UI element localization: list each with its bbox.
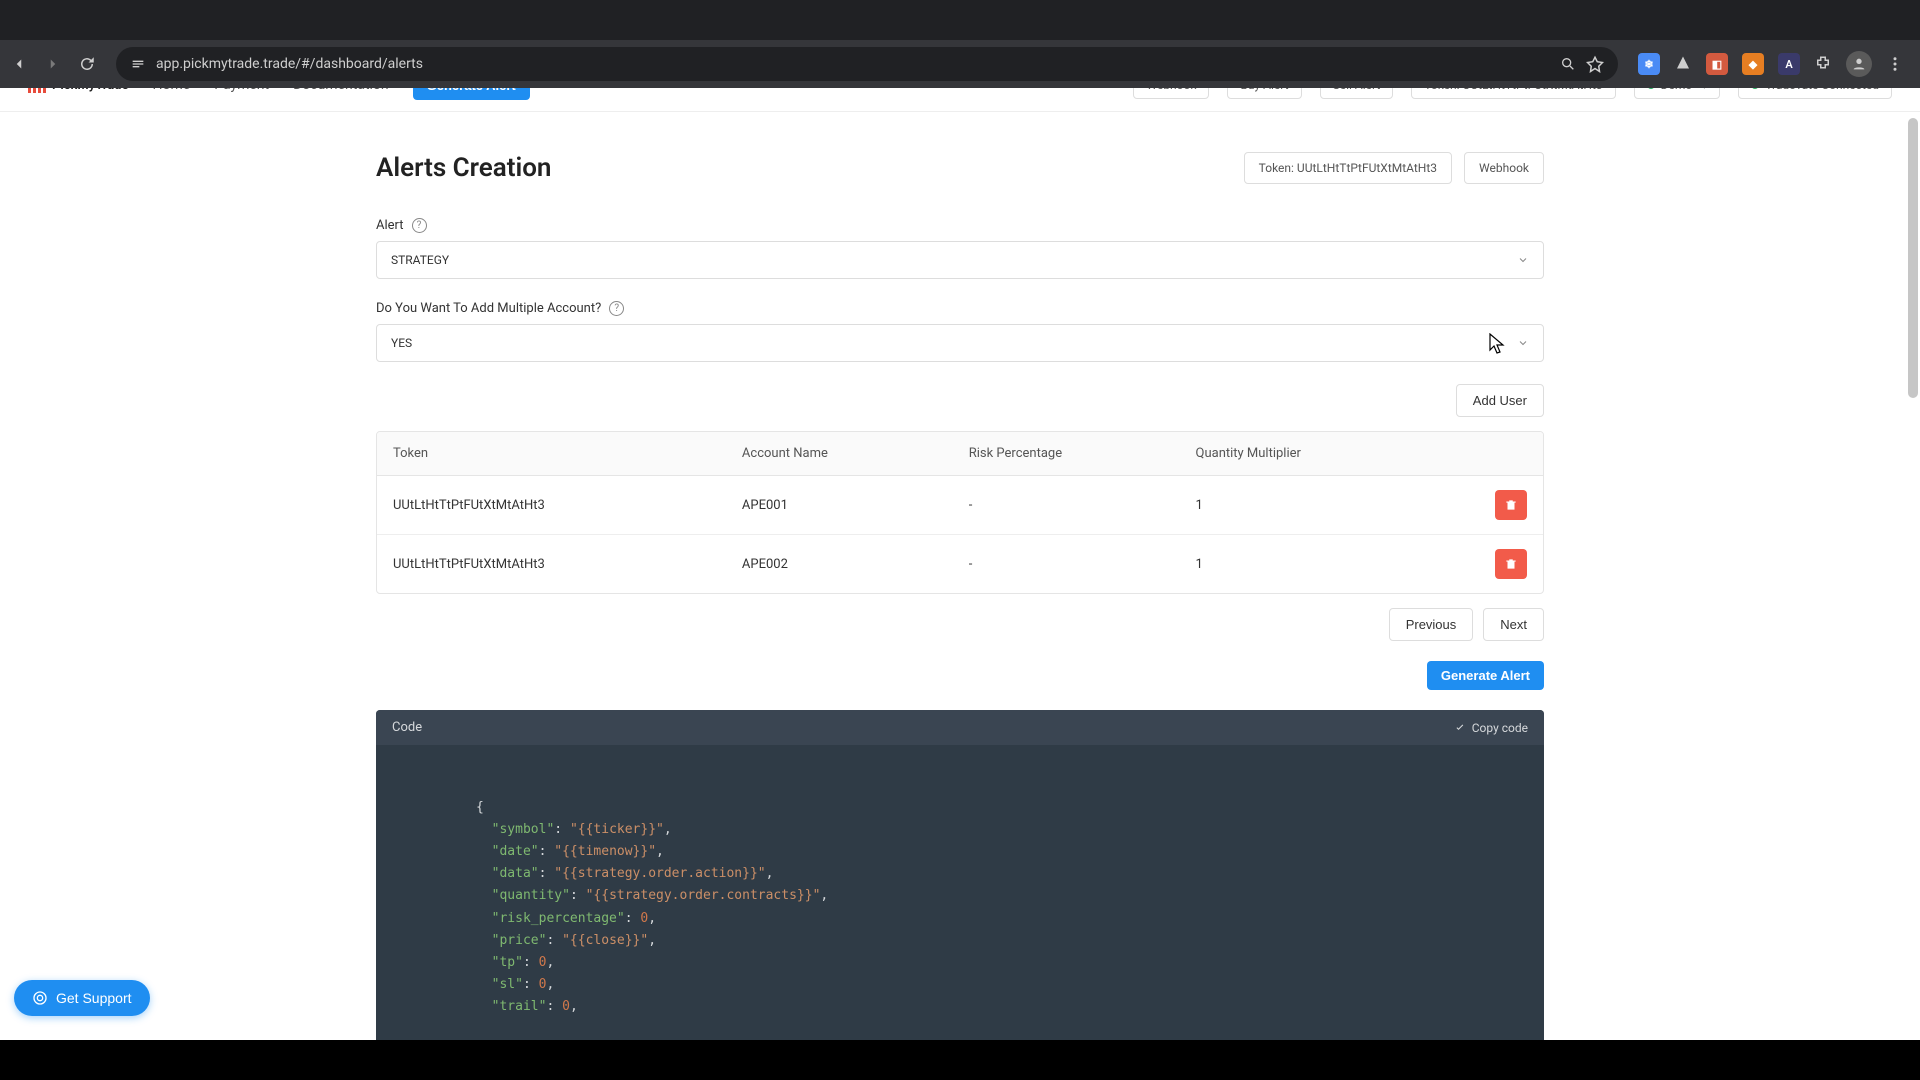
- cell-token: UUtLtHtTtPtFUtXtMtAtHt3: [393, 498, 742, 513]
- cell-token: UUtLtHtTtPtFUtXtMtAtHt3: [393, 557, 742, 572]
- back-icon[interactable]: [10, 55, 28, 73]
- alert-label: Alert ?: [376, 218, 1544, 233]
- multi-account-select-value: YES: [391, 336, 412, 350]
- taskbar: [0, 1040, 1920, 1080]
- col-account: Account Name: [742, 446, 969, 461]
- generate-alert-top-button[interactable]: Generate Alert: [413, 88, 530, 100]
- cell-quantity: 1: [1196, 498, 1423, 513]
- chevron-down-icon: [1517, 337, 1529, 349]
- cell-quantity: 1: [1196, 557, 1423, 572]
- extension-icon[interactable]: A: [1778, 53, 1800, 75]
- chevron-down-icon: [1517, 254, 1529, 266]
- get-support-button[interactable]: Get Support: [14, 980, 150, 1016]
- col-risk: Risk Percentage: [969, 446, 1196, 461]
- url-text: app.pickmytrade.trade/#/dashboard/alerts: [156, 56, 1550, 72]
- cell-risk: -: [969, 557, 1196, 572]
- multi-account-select[interactable]: YES: [376, 324, 1544, 362]
- col-quantity: Quantity Multiplier: [1196, 446, 1423, 461]
- cell-account: APE002: [742, 557, 969, 572]
- token-chip[interactable]: Token: UUtLtHtTtPtFUtXtMtAtHt3: [1244, 152, 1452, 184]
- table-row: UUtLtHtTtPtFUtXtMtAtHt3APE002-1: [377, 535, 1543, 593]
- extensions-menu-icon[interactable]: [1814, 55, 1832, 73]
- buy-alert-pill[interactable]: Buy Alert: [1227, 88, 1301, 99]
- alert-select[interactable]: STRATEGY: [376, 241, 1544, 279]
- page-title: Alerts Creation: [376, 153, 551, 183]
- star-icon[interactable]: [1586, 55, 1604, 73]
- demo-pill[interactable]: Demo ▾: [1634, 88, 1721, 99]
- nav-home[interactable]: Home: [153, 88, 191, 93]
- scrollbar-thumb[interactable]: [1908, 118, 1918, 398]
- nav-payment[interactable]: Payment: [214, 88, 269, 93]
- help-icon[interactable]: ?: [412, 218, 427, 233]
- reload-icon[interactable]: [78, 55, 96, 73]
- alert-select-value: STRATEGY: [391, 253, 449, 267]
- life-ring-icon: [32, 990, 48, 1006]
- accounts-table: Token Account Name Risk Percentage Quant…: [376, 431, 1544, 594]
- cursor-pointer: [1489, 333, 1505, 355]
- check-icon: [1454, 722, 1466, 734]
- browser-toolbar: app.pickmytrade.trade/#/dashboard/alerts…: [0, 40, 1920, 88]
- next-button[interactable]: Next: [1483, 608, 1544, 641]
- extension-icon[interactable]: ◆: [1742, 53, 1764, 75]
- url-bar[interactable]: app.pickmytrade.trade/#/dashboard/alerts: [116, 47, 1618, 81]
- nav-documentation[interactable]: Documentation: [293, 88, 389, 93]
- code-block: Code Copy code { "symbol": "{{ticker}}",…: [376, 710, 1544, 1040]
- table-header: Token Account Name Risk Percentage Quant…: [377, 432, 1543, 476]
- code-content: { "symbol": "{{ticker}}", "date": "{{tim…: [376, 745, 1544, 1040]
- kebab-menu-icon[interactable]: [1886, 55, 1904, 73]
- brand-logo[interactable]: PickMyTrade: [28, 88, 129, 93]
- app-top-nav: PickMyTrade Home Payment Documentation G…: [0, 88, 1920, 112]
- main-content: Alerts Creation Token: UUtLtHtTtPtFUtXtM…: [360, 112, 1560, 1040]
- code-title: Code: [392, 720, 422, 735]
- prev-button[interactable]: Previous: [1389, 608, 1474, 641]
- token-pill: Token: UUtLtHtTtPtFUtXtMtAtHt3: [1411, 88, 1615, 99]
- brand-name: PickMyTrade: [52, 88, 129, 93]
- col-token: Token: [393, 446, 742, 461]
- generate-alert-button[interactable]: Generate Alert: [1427, 661, 1544, 690]
- zoom-icon[interactable]: [1560, 56, 1576, 72]
- pagination: Previous Next: [376, 608, 1544, 641]
- scrollbar[interactable]: [1908, 88, 1918, 1040]
- cell-account: APE001: [742, 498, 969, 513]
- site-info-icon[interactable]: [130, 56, 146, 72]
- webhook-pill[interactable]: Webhook: [1133, 88, 1209, 99]
- sell-alert-pill[interactable]: Sell Alert: [1320, 88, 1394, 99]
- copy-code-button[interactable]: Copy code: [1454, 721, 1528, 735]
- multi-account-label: Do You Want To Add Multiple Account? ?: [376, 301, 1544, 316]
- table-row: UUtLtHtTtPtFUtXtMtAtHt3APE001-1: [377, 476, 1543, 535]
- delete-row-button[interactable]: [1495, 549, 1527, 579]
- browser-chrome: app.pickmytrade.trade/#/dashboard/alerts…: [0, 0, 1920, 88]
- cell-risk: -: [969, 498, 1196, 513]
- extension-icon[interactable]: ❄: [1638, 53, 1660, 75]
- add-user-button[interactable]: Add User: [1456, 384, 1544, 417]
- profile-avatar[interactable]: [1846, 51, 1872, 77]
- forward-icon[interactable]: [44, 55, 62, 73]
- extension-icons: ❄ ◧ ◆ A: [1638, 51, 1910, 77]
- app-viewport: PickMyTrade Home Payment Documentation G…: [0, 88, 1920, 1040]
- delete-row-button[interactable]: [1495, 490, 1527, 520]
- extension-icon[interactable]: ◧: [1706, 53, 1728, 75]
- connected-pill: Tradovate Connected: [1738, 88, 1892, 99]
- extension-icon[interactable]: [1674, 55, 1692, 73]
- help-icon[interactable]: ?: [609, 301, 624, 316]
- webhook-chip[interactable]: Webhook: [1464, 152, 1544, 184]
